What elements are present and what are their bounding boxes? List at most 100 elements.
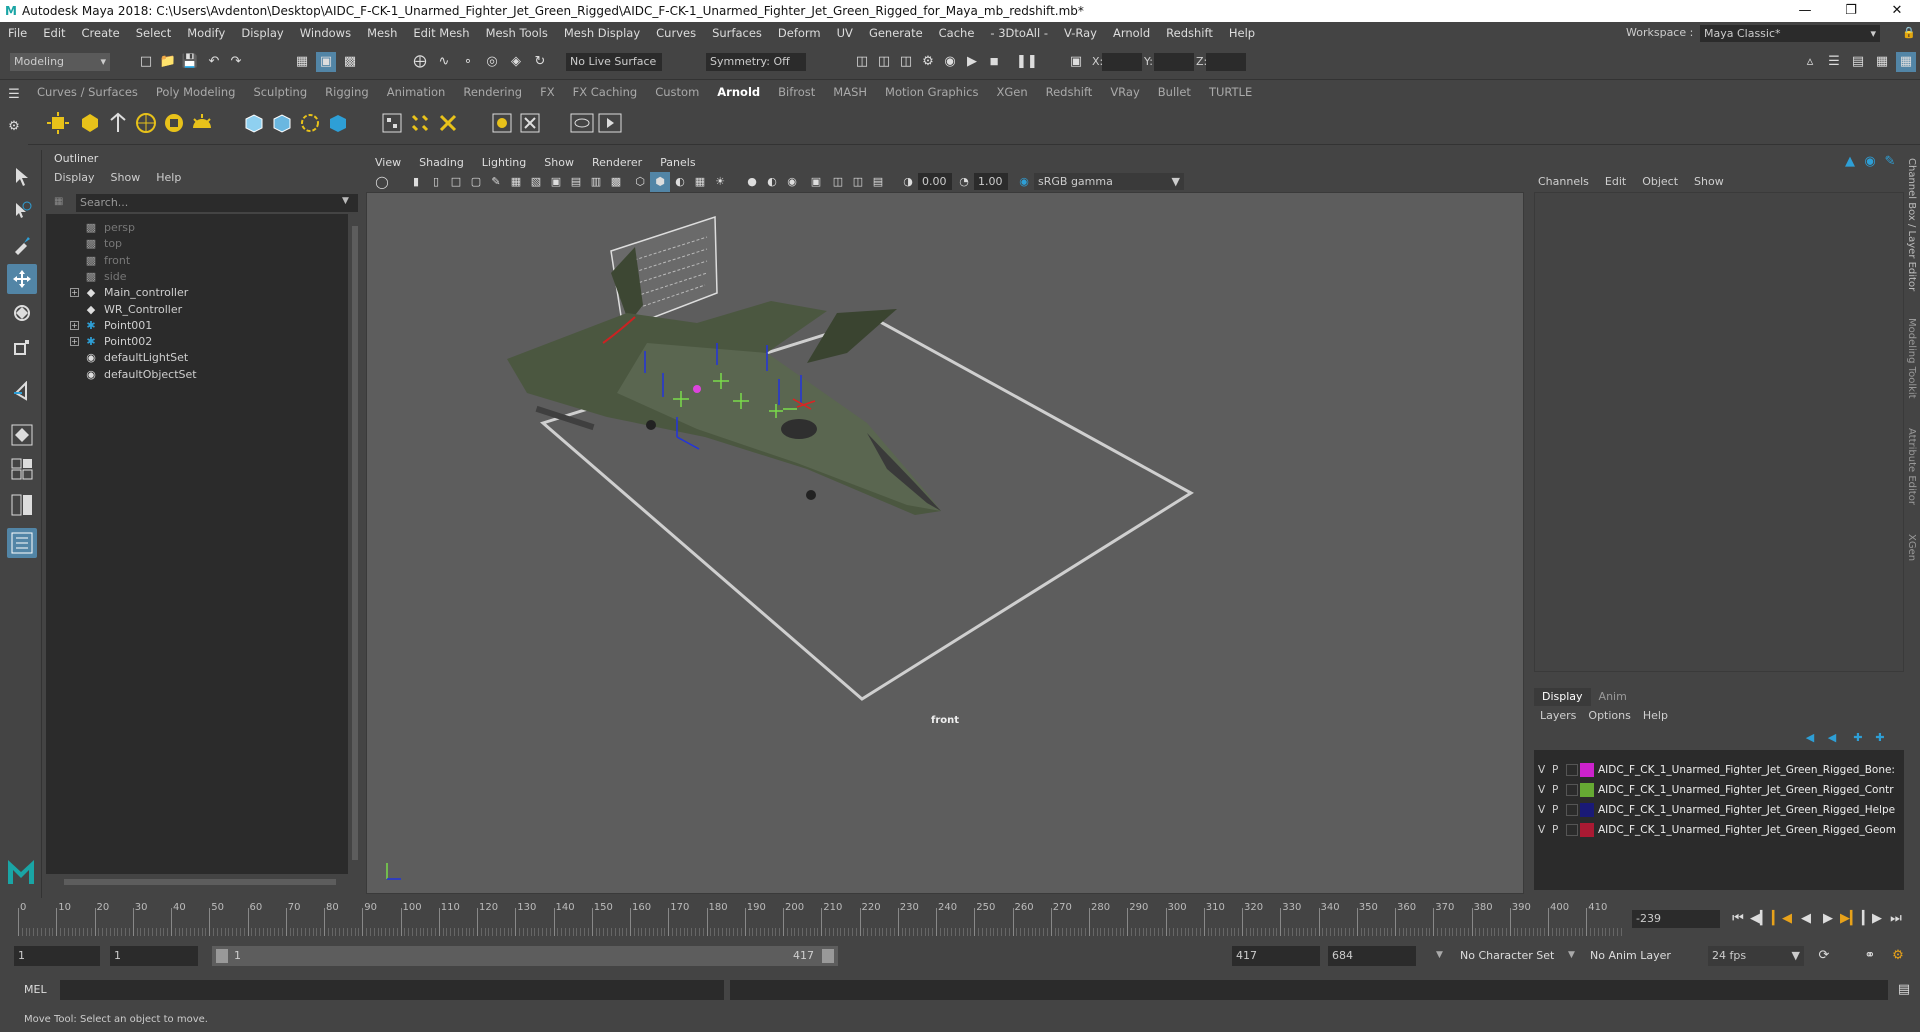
menu-v-ray[interactable]: V-Ray [1056, 26, 1105, 40]
attribute-editor-icon[interactable]: ▤ [1848, 52, 1868, 72]
channel-box-icon[interactable]: ▲ [1840, 152, 1860, 172]
snap-live-icon[interactable]: ↻ [530, 52, 550, 72]
mel-input[interactable] [60, 980, 724, 1000]
expand-icon[interactable]: + [70, 320, 79, 330]
y-input[interactable] [1154, 53, 1194, 71]
resolution-gate-icon[interactable]: ▣ [546, 172, 566, 192]
use-lights-icon[interactable]: ☀ [710, 172, 730, 192]
save-scene-icon[interactable]: 💾 [180, 52, 200, 72]
side-tab-attribute-editor[interactable]: Attribute Editor [1906, 428, 1917, 505]
shelf-tab-rendering[interactable]: Rendering [454, 85, 531, 99]
move-layer-down-icon[interactable]: ◀ [1822, 728, 1842, 748]
attribute-editor-toggle-icon[interactable]: ◉ [1860, 152, 1880, 172]
image-plane-icon[interactable]: □ [446, 172, 466, 192]
layer-name[interactable]: AIDC_F_CK_1_Unarmed_Fighter_Jet_Green_Ri… [1598, 802, 1895, 818]
menu-cache[interactable]: Cache [931, 26, 983, 40]
menu-modify[interactable]: Modify [179, 26, 233, 40]
shelf-tab-turtle[interactable]: TURTLE [1200, 85, 1261, 99]
texture-icon[interactable] [406, 109, 434, 137]
tool-settings-toggle-icon[interactable]: ✎ [1880, 152, 1900, 172]
channel-menu-channels[interactable]: Channels [1530, 175, 1597, 188]
shelf-tab-animation[interactable]: Animation [378, 85, 455, 99]
material-icon[interactable] [488, 109, 516, 137]
shelf-tab-arnold[interactable]: Arnold [708, 85, 769, 99]
safe-action-icon[interactable]: ▩ [606, 172, 626, 192]
color-space-select[interactable]: sRGB gamma ▼ [1034, 173, 1184, 190]
animation-end-input[interactable]: 684 [1328, 946, 1416, 966]
menu-edit-mesh[interactable]: Edit Mesh [405, 26, 477, 40]
playback-end-input[interactable]: 417 [1232, 946, 1320, 966]
menu-deform[interactable]: Deform [770, 26, 829, 40]
render-view-shelf-icon[interactable] [378, 109, 406, 137]
snap-curve-icon[interactable]: ∿ [434, 52, 454, 72]
go-to-end-icon[interactable]: ⏭ [1886, 909, 1906, 929]
move-layer-up-icon[interactable]: ◀ [1800, 728, 1820, 748]
outliner-item-defaultobjectset[interactable]: ◉ defaultObjectSet [46, 365, 346, 385]
shelf-tab-redshift[interactable]: Redshift [1037, 85, 1102, 99]
physical-sky-icon[interactable] [188, 109, 216, 137]
shelf-tab-fx[interactable]: FX [531, 85, 564, 99]
tool-settings-icon[interactable]: ▦ [1872, 52, 1892, 72]
expand-icon[interactable]: + [70, 288, 79, 298]
go-to-start-icon[interactable]: ⏮ [1728, 909, 1748, 929]
paint-select-icon[interactable] [7, 230, 37, 260]
render-current-icon[interactable]: ◫ [874, 52, 894, 72]
layer-tab-display[interactable]: Display [1534, 688, 1591, 706]
shelf-tab-curves-surfaces[interactable]: Curves / Surfaces [28, 85, 147, 99]
menu-mesh-tools[interactable]: Mesh Tools [478, 26, 556, 40]
chevron-down-icon[interactable]: ▼ [342, 196, 349, 206]
pause-icon[interactable]: ❚❚ [1016, 52, 1038, 72]
mesh-light-icon[interactable] [76, 109, 104, 137]
shelf-tab-vray[interactable]: VRay [1101, 85, 1148, 99]
layer-visibility-toggle[interactable]: V [1538, 822, 1545, 838]
snap-view-icon[interactable]: ◈ [506, 52, 526, 72]
skydome-light-icon[interactable] [132, 109, 160, 137]
viewport-menu-renderer[interactable]: Renderer [583, 156, 651, 169]
layer-type-toggle[interactable] [1566, 824, 1578, 836]
viewport-menu-show[interactable]: Show [535, 156, 583, 169]
range-slider-start-handle[interactable] [216, 949, 228, 963]
z-input[interactable] [1206, 53, 1246, 71]
shelf-tab-bullet[interactable]: Bullet [1149, 85, 1200, 99]
layer-type-toggle[interactable] [1566, 764, 1578, 776]
snap-grid-icon[interactable]: ⨁ [410, 52, 430, 72]
shelf-menu-icon[interactable]: ☰ [4, 85, 24, 105]
layer-visibility-toggle[interactable]: V [1538, 802, 1545, 818]
shelf-tab-bifrost[interactable]: Bifrost [769, 85, 824, 99]
shelf-tab-poly-modeling[interactable]: Poly Modeling [147, 85, 245, 99]
lasso-tool-icon[interactable] [7, 196, 37, 226]
light-portal-icon[interactable] [160, 109, 188, 137]
sculpt-icon[interactable]: ▵ [1800, 52, 1820, 72]
layer-row[interactable]: V P AIDC_F_CK_1_Unarmed_Fighter_Jet_Green_… [1534, 802, 1902, 818]
animation-start-input[interactable]: 1 [14, 946, 100, 966]
select-object-icon[interactable]: ▣ [316, 52, 336, 72]
viewport-3d[interactable]: front [366, 192, 1524, 894]
transform-mode-icon[interactable]: ▣ [1066, 52, 1086, 72]
new-layer-selected-icon[interactable]: ✚ [1848, 728, 1868, 748]
photometric-light-icon[interactable] [104, 109, 132, 137]
ambient-occlusion-icon[interactable]: ◐ [762, 172, 782, 192]
camera-attributes-icon[interactable]: ▮ [406, 172, 426, 192]
viewport-menu-panels[interactable]: Panels [651, 156, 704, 169]
side-tab-xgen[interactable]: XGen [1906, 534, 1917, 561]
menu-curves[interactable]: Curves [648, 26, 704, 40]
exposure-input[interactable]: 0.00 [918, 173, 952, 190]
layer-color-swatch[interactable] [1580, 823, 1594, 837]
layer-row[interactable]: V P AIDC_F_CK_1_Unarmed_Fighter_Jet_Green_… [1534, 822, 1902, 838]
layer-playback-toggle[interactable]: P [1552, 762, 1558, 778]
anim-layer-select[interactable]: No Anim Layer [1590, 949, 1671, 962]
range-slider-end-handle[interactable] [822, 949, 834, 963]
fps-select[interactable]: 24 fps ▼ [1708, 946, 1804, 966]
snap-projected-icon[interactable]: ◎ [482, 52, 502, 72]
step-forward-key-icon[interactable]: ▎▶ [1862, 909, 1882, 929]
menu-select[interactable]: Select [128, 26, 179, 40]
shelf-settings-icon[interactable]: ⚙ [4, 117, 24, 137]
wireframe-on-shaded-icon[interactable]: ◐ [670, 172, 690, 192]
menu-edit[interactable]: Edit [35, 26, 73, 40]
viewport-menu-view[interactable]: View [366, 156, 410, 169]
menu-windows[interactable]: Windows [292, 26, 359, 40]
render-view-icon[interactable]: ◫ [852, 52, 872, 72]
isolate-select-icon[interactable]: ▣ [806, 172, 826, 192]
time-slider[interactable]: 0 10 20 30 40 50 60 70 80 90 100 110 120 130 140 150 160… [0, 898, 1920, 938]
menu-redshift[interactable]: Redshift [1158, 26, 1221, 40]
